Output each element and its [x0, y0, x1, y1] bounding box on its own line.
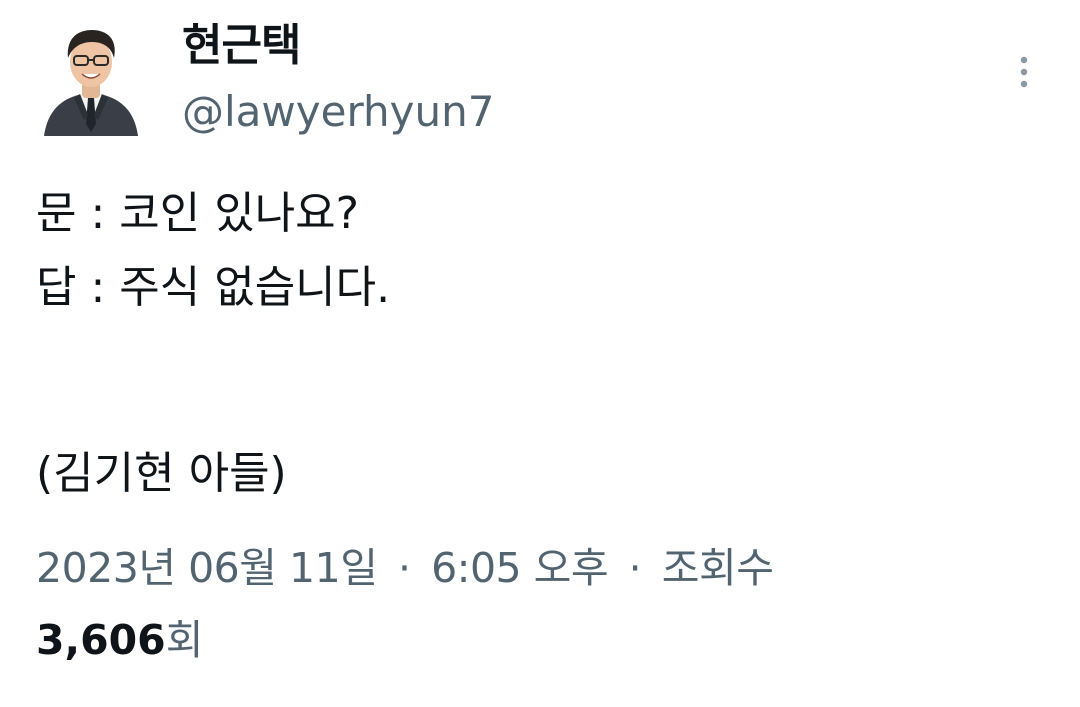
meta-separator: ·: [628, 544, 642, 592]
tweet-date[interactable]: 2023년 06월 11일: [36, 544, 378, 592]
tweet-meta: 2023년 06월 11일 · 6:05 오후 · 조회수: [36, 540, 774, 596]
views-line: 3,606회: [36, 612, 203, 668]
views-count: 3,606: [36, 616, 166, 664]
more-vertical-icon: [1020, 56, 1028, 88]
tweet-text-line-2: 답 : 주식 없습니다.: [36, 262, 391, 313]
author-handle[interactable]: @lawyerhyun7: [182, 84, 494, 140]
tweet-text-line-3: (김기현 아들): [36, 448, 287, 499]
author-display-name[interactable]: 현근택: [182, 18, 301, 74]
tweet-text-line-1: 문 : 코인 있나요?: [36, 188, 360, 239]
tweet-time[interactable]: 6:05 오후: [431, 544, 609, 592]
meta-separator: ·: [397, 544, 411, 592]
avatar-illustration: [44, 30, 138, 136]
more-options-button[interactable]: [1006, 50, 1042, 94]
views-label: 조회수: [661, 544, 774, 592]
tweet: 현근택 @lawyerhyun7 문 : 코인 있나요? 답 : 주식 없습니다…: [0, 0, 1080, 707]
views-unit: 회: [165, 616, 204, 664]
avatar[interactable]: [42, 24, 140, 138]
